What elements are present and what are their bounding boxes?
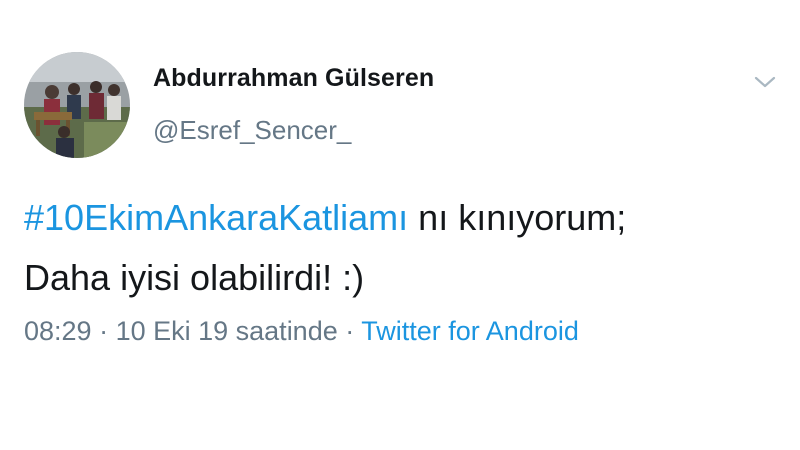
source-link[interactable]: Twitter for Android — [361, 316, 579, 346]
tweet-text-line-1: #10EkimAnkaraKatliamı nı kınıyorum; — [24, 188, 784, 248]
tweet-text-line-2: Daha iyisi olabilirdi! :) — [24, 257, 365, 298]
meta-separator: · — [91, 316, 116, 346]
tweet-text: #10EkimAnkaraKatliamı nı kınıyorum; Daha… — [24, 188, 784, 308]
tweet-time[interactable]: 08:29 — [24, 316, 92, 346]
tweet-text-continuation: nı kınıyorum; — [408, 197, 627, 238]
avatar[interactable] — [24, 52, 130, 158]
meta-separator-2: · — [337, 316, 362, 346]
chevron-down-icon[interactable] — [752, 72, 778, 92]
tweet-card[interactable]: Abdurrahman Gülseren @Esref_Sencer_ #10E… — [0, 0, 800, 450]
user-handle[interactable]: @Esref_Sencer_ — [153, 115, 351, 146]
tweet-date[interactable]: 10 Eki 19 saatinde — [116, 316, 338, 346]
hashtag-link[interactable]: #10EkimAnkaraKatliamı — [24, 197, 408, 238]
display-name[interactable]: Abdurrahman Gülseren — [153, 64, 434, 93]
tweet-metadata: 08:29 · 10 Eki 19 saatinde · Twitter for… — [24, 316, 579, 347]
